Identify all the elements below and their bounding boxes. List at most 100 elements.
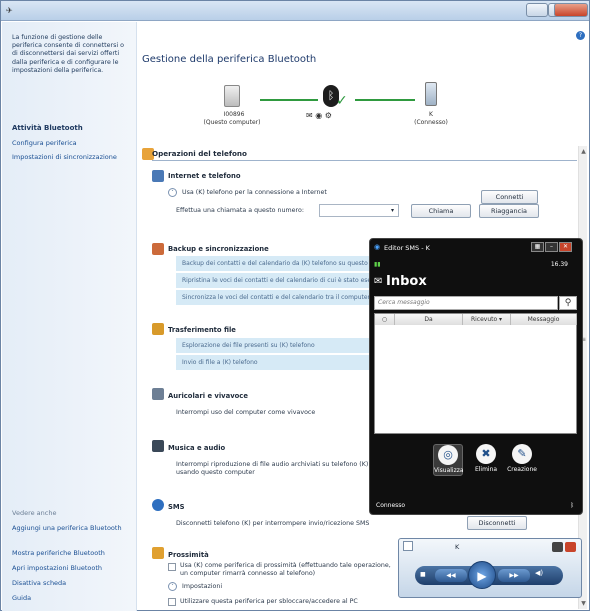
sidebar-link-configure[interactable]: Configura periferica [12, 139, 132, 148]
app-icon: ✈ [6, 6, 13, 15]
music-title: Musica e audio [168, 444, 226, 452]
proximity-option: Usa (K) come periferica di prossimità (e… [180, 562, 391, 577]
delete-button[interactable]: ✖ Elimina [471, 444, 501, 474]
call-button[interactable]: Chiama [411, 204, 471, 218]
pen-icon: ✎ [512, 444, 532, 464]
check-icon: ✓ [336, 93, 348, 109]
help-icon[interactable]: ? [576, 31, 585, 40]
sidebar-link-bt-settings[interactable]: Apri impostazioni Bluetooth [12, 564, 132, 573]
sync-icon [152, 243, 164, 255]
sidebar-link-disable-card[interactable]: Disattiva scheda [12, 579, 132, 588]
internet-title: Internet e telefono [168, 172, 241, 180]
connect-button[interactable]: Connetti [481, 190, 538, 204]
music-action[interactable]: Interrompi riproduzione di file audio ar… [176, 461, 376, 477]
sms-editor-title: Editor SMS - K [384, 244, 430, 252]
proximity-settings[interactable]: Impostazioni [182, 583, 222, 590]
column-message[interactable]: Messaggio [511, 314, 577, 325]
search-icon[interactable]: ⚲ [559, 296, 577, 310]
sms-icon [152, 499, 164, 511]
sms-clock: 16.39 [550, 261, 568, 268]
sms-status: Connesso [376, 502, 406, 509]
disconnect-button[interactable]: Disconnetti [467, 516, 527, 530]
play-button[interactable]: ▶ [468, 561, 496, 589]
sms-app-icon: ◉ [374, 243, 381, 251]
transfer-title: Trasferimento file [168, 326, 236, 334]
bluetooth-status-icon: ᛒ [570, 502, 574, 509]
headset-icon [152, 388, 164, 400]
sidebar: La funzione di gestione delle periferica… [2, 22, 137, 611]
sidebar-heading: Attività Bluetooth [12, 124, 83, 132]
globe-icon [152, 170, 164, 182]
next-button[interactable]: ▶▶ [498, 569, 530, 582]
media-player: K ■ ◀◀ ▶ ▶▶ ◀) [398, 538, 582, 598]
device-diagram: I00896 (Questo computer) ᛒ ✓ K (Connesso… [142, 79, 582, 139]
connection-line-left [260, 99, 318, 101]
send-files-row[interactable]: Invio di file a (K) telefono [176, 355, 372, 370]
title-bar: ✈ [1, 1, 589, 21]
previous-button[interactable]: ◀◀ [435, 569, 467, 582]
unlock-option: Utilizzare questa periferica per sblocca… [180, 598, 358, 605]
sms-menu-button[interactable]: ▦ [531, 242, 544, 252]
sidebar-link-show-devices[interactable]: Mostra periferiche Bluetooth [12, 549, 132, 558]
minimize-button[interactable] [526, 3, 548, 17]
headset-action[interactable]: Interrompi uso del computer come vivavoc… [176, 409, 315, 416]
signal-icon: ▮▮ [374, 261, 381, 268]
restore-row[interactable]: Ripristina le voci dei contatti e del ca… [176, 273, 372, 288]
sms-editor: ◉ Editor SMS - K ▦ – ✕ ▮▮ 16.39 ✉ Inbox … [369, 238, 583, 515]
player-close-button[interactable] [565, 542, 576, 552]
sidebar-link-sync-settings[interactable]: Impostazioni di sincronizzazione [12, 153, 132, 162]
backup-title: Backup e sincronizzazione [168, 245, 269, 253]
column-status-icon[interactable]: ○ [375, 314, 395, 325]
chevron-down-icon[interactable]: ˅ [168, 188, 177, 197]
phone-icon [425, 82, 437, 106]
sms-minimize-button[interactable]: – [545, 242, 558, 252]
headphones-icon [152, 440, 164, 452]
computer-caption: (Questo computer) [203, 119, 261, 126]
delete-icon: ✖ [476, 444, 496, 464]
unlock-checkbox[interactable] [168, 598, 176, 606]
volume-icon[interactable]: ◀) [535, 569, 543, 577]
sidebar-link-help[interactable]: Guida [12, 594, 132, 603]
scroll-down-icon[interactable]: ▼ [580, 600, 587, 607]
sidebar-description: La funzione di gestione delle periferica… [12, 34, 124, 74]
column-received[interactable]: Ricevuto ▾ [463, 314, 511, 325]
player-icon [403, 541, 413, 551]
proximity-checkbox[interactable] [168, 563, 176, 571]
view-icon: ◎ [438, 445, 458, 465]
sms-title: SMS [168, 503, 185, 511]
player-menu-button[interactable] [552, 542, 563, 552]
internet-option: Usa (K) telefono per la connessione a In… [182, 189, 327, 196]
call-label: Effettua una chiamata a questo numero: [176, 207, 304, 214]
phone-number-input[interactable]: ▾ [319, 204, 399, 217]
scroll-up-icon[interactable]: ▲ [580, 148, 587, 155]
connection-line-right [355, 99, 415, 101]
service-icons: ✉ ◉ ⚙ [306, 111, 332, 120]
message-search-input[interactable]: Cerca messaggio [374, 296, 558, 310]
headset-title: Auricolari e vivavoce [168, 392, 248, 400]
inbox-title: Inbox [386, 274, 427, 289]
lock-icon [152, 547, 164, 559]
proximity-title: Prossimità [168, 551, 209, 559]
see-also-label: Vedere anche [12, 509, 57, 517]
message-list[interactable]: ○ Da Ricevuto ▾ Messaggio [374, 313, 577, 434]
envelope-icon: ✉ [374, 276, 383, 287]
backup-row[interactable]: Backup dei contatti e del calendario da … [176, 256, 372, 271]
player-controls: ■ ◀◀ ▶ ▶▶ ◀) [415, 561, 563, 589]
stop-icon[interactable]: ■ [420, 571, 426, 578]
page-title: Gestione della periferica Bluetooth [142, 54, 317, 65]
column-from[interactable]: Da [395, 314, 463, 325]
phone-caption: (Connesso) [414, 119, 448, 126]
explore-files-row[interactable]: Esplorazione dei file presenti su (K) te… [176, 338, 372, 353]
sms-close-button[interactable]: ✕ [559, 242, 572, 252]
sidebar-link-add-device[interactable]: Aggiungi una periferica Bluetooth [12, 524, 132, 533]
compose-button[interactable]: ✎ Creazione [507, 444, 537, 474]
close-button[interactable] [554, 3, 588, 17]
phone-name: K [429, 111, 433, 118]
ops-heading: Operazioni del telefono [152, 149, 247, 158]
file-transfer-icon [152, 323, 164, 335]
hangup-button[interactable]: Riaggancia [479, 204, 539, 218]
main-window: ✈ La funzione di gestione delle periferi… [0, 0, 590, 611]
sync-row[interactable]: Sincronizza le voci del contatti e del c… [176, 290, 372, 305]
settings-chevron-icon[interactable]: ˅ [168, 582, 177, 591]
view-button[interactable]: ◎ Visualizza [433, 444, 464, 476]
